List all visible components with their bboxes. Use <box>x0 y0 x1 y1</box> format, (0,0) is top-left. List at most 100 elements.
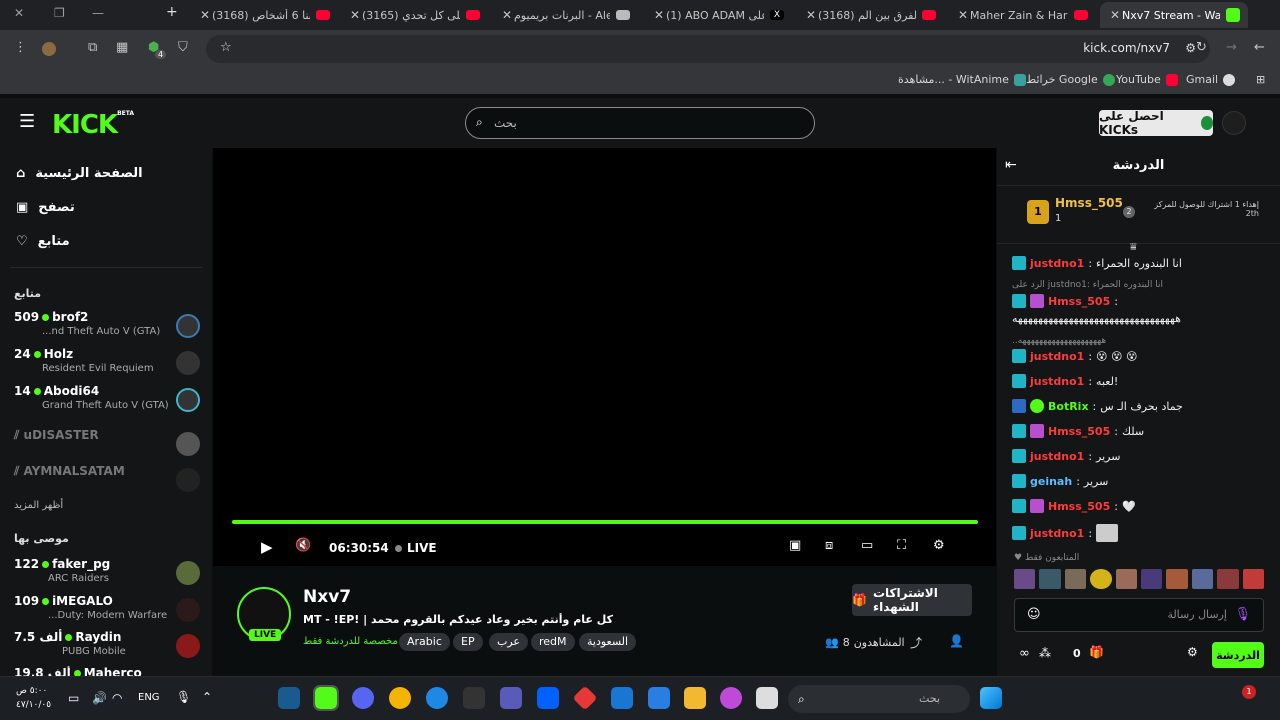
following-channel[interactable]: 509 brof2 ...nd Theft Auto V (GTA) <box>14 310 200 344</box>
recommended-channel[interactable]: 19.8 ألف Maherco <box>14 666 200 676</box>
close-tab-icon[interactable]: ✕ <box>500 8 514 22</box>
browser-tab[interactable]: ✕ البرنات بريميوم - Alert <box>492 2 638 28</box>
emoji-icon[interactable]: ☺ <box>1027 599 1041 631</box>
get-kicks-button[interactable]: احصل على KICKs <box>1099 109 1213 137</box>
tag[interactable]: redM <box>531 633 575 651</box>
chat-settings-icon[interactable]: ⚙ <box>1187 645 1198 659</box>
close-tab-icon[interactable]: ✕ <box>348 8 362 22</box>
extension-icon[interactable]: ▦ <box>116 40 128 55</box>
kicks-icon[interactable]: ⁂ <box>1039 646 1051 660</box>
epic-games-icon[interactable] <box>463 687 485 709</box>
chat-message[interactable]: justdno1: سرير <box>1012 449 1267 463</box>
emote-image[interactable] <box>1064 569 1087 589</box>
reload-icon[interactable]: ↻ <box>1196 40 1207 55</box>
close-window-icon[interactable]: ✕ <box>14 6 24 20</box>
browser-tab[interactable]: ✕ (3165) على كل تحدي <box>340 2 488 28</box>
copilot-icon[interactable] <box>720 687 742 709</box>
recommended-channel[interactable]: 109 iMEGALO ...Duty: Modern Warfare <box>14 594 200 628</box>
battery-icon[interactable]: ▭ <box>68 691 79 705</box>
chat-message[interactable]: Hmss_505: 🤍 <box>1012 499 1267 513</box>
tag[interactable]: EP <box>453 633 483 651</box>
steam-icon[interactable] <box>278 687 300 709</box>
close-tab-icon[interactable]: ✕ <box>1108 8 1122 22</box>
language-indicator[interactable]: ENG <box>138 692 160 703</box>
following-channel[interactable]: 24 Holz Resident Evil Requiem <box>14 347 200 381</box>
back-icon[interactable]: ← <box>1254 40 1265 55</box>
bookmark-gmail[interactable]: Gmail <box>1186 73 1236 86</box>
emote-image[interactable] <box>1166 569 1188 589</box>
browser-tab[interactable]: ✕ (3168) الفرق بين الم... <box>796 2 944 28</box>
store-icon[interactable] <box>648 687 670 709</box>
chat-message-input[interactable]: ☺ إرسال رسالة 🎙 <box>1014 598 1264 632</box>
minimize-window-icon[interactable]: — <box>92 6 104 20</box>
browser-tab[interactable]: ✕ (3168) جبنا 6 أشخاص <box>190 2 338 28</box>
sidebar-item-home[interactable]: ⌂ الصفحة الرئيسية <box>16 166 143 181</box>
infinity-icon[interactable]: ∞ <box>1019 646 1030 661</box>
sidebar-item-browse[interactable]: ▣ تصفح <box>16 200 75 215</box>
close-tab-icon[interactable]: ✕ <box>198 8 212 22</box>
tag[interactable]: السعودية <box>579 633 637 651</box>
browser-tab-active[interactable]: ✕ Nxv7 Stream - Watch <box>1100 2 1248 28</box>
emote-image[interactable] <box>1090 569 1112 589</box>
show-more-link[interactable]: أظهر المزيد <box>14 500 63 511</box>
user-avatar[interactable] <box>1222 111 1246 135</box>
streamer-name[interactable]: Nxv7 <box>303 587 351 607</box>
theater-mode-icon[interactable]: ▭ <box>861 538 873 553</box>
chat-message[interactable]: justdno1: انا البندوره الحمراء <box>1012 256 1267 270</box>
forward-icon[interactable]: → <box>1226 40 1237 55</box>
clock[interactable]: ٥:٠٠ ص ٤٧/١٠/٠٥ <box>16 684 51 712</box>
following-channel[interactable]: 14 Abodi64 Grand Theft Auto V (GTA) <box>14 384 200 418</box>
emote-image[interactable] <box>1191 569 1214 589</box>
close-tab-icon[interactable]: ✕ <box>652 8 666 22</box>
address-bar[interactable]: ☆ kick.com/nxv7 ⚙ <box>206 35 1210 63</box>
chevron-up-icon[interactable]: ⌃ <box>202 690 212 704</box>
desktop-icon[interactable] <box>756 687 778 709</box>
bookmark-youtube[interactable]: YouTube <box>1116 73 1178 86</box>
chat-message[interactable]: Hmss_505: <box>1012 294 1267 308</box>
emote-image[interactable] <box>1141 569 1163 589</box>
edge-icon[interactable] <box>426 687 448 709</box>
close-tab-icon[interactable]: ✕ <box>804 8 818 22</box>
menu-dots-icon[interactable]: ⋮ <box>14 40 27 55</box>
following-channel-offline[interactable]: ⫽ AYMNALSATAM <box>14 464 200 498</box>
close-tab-icon[interactable]: ✕ <box>956 8 970 22</box>
emote-image[interactable] <box>1014 569 1036 589</box>
microphone-icon[interactable]: 🎙 <box>1234 599 1251 631</box>
dropbox-icon[interactable] <box>537 687 559 709</box>
new-tab-icon[interactable]: + <box>166 4 178 20</box>
search-input[interactable]: ⌕ بحث <box>465 107 815 139</box>
mute-icon[interactable]: 🔇 <box>295 538 311 553</box>
chat-message[interactable]: justdno1: <box>1012 524 1267 542</box>
chat-message[interactable]: justdno1: لعبه! <box>1012 374 1267 388</box>
outlook-icon[interactable] <box>611 687 633 709</box>
gift-icon[interactable]: 🎁 <box>1089 645 1104 659</box>
extensions-icon[interactable]: ⧉ <box>88 40 97 55</box>
file-explorer-icon[interactable] <box>684 687 706 709</box>
settings-gear-icon[interactable]: ⚙ <box>933 538 945 553</box>
mini-player-icon[interactable]: ▣ <box>789 538 801 553</box>
chat-send-button[interactable]: الدردشة <box>1212 642 1264 668</box>
tag[interactable]: عرب <box>489 633 528 651</box>
sidebar-item-following[interactable]: ♡ متابع <box>16 234 70 249</box>
emote-image[interactable] <box>1242 569 1265 589</box>
wifi-icon[interactable]: ◠ <box>112 691 122 705</box>
chat-message[interactable]: justdno1: 😵 😵 😵 <box>1012 349 1267 363</box>
recommended-channel[interactable]: 122 faker_pg ARC Raiders <box>14 557 200 591</box>
share-icon[interactable]: ⤴ <box>910 634 922 651</box>
fullscreen-icon[interactable]: ⛶ <box>897 538 906 553</box>
site-settings-icon[interactable]: ⚙ <box>1185 41 1196 55</box>
browser-tab[interactable]: ✕ (1) ABO ADAM على X <box>644 2 792 28</box>
bookmark-maps[interactable]: خرائط Google <box>1026 73 1115 86</box>
play-icon[interactable]: ▶ <box>261 538 273 556</box>
red-app-icon[interactable] <box>572 685 598 711</box>
follow-user-icon[interactable]: 👤 <box>949 634 964 648</box>
windows-start-icon[interactable] <box>980 687 1002 709</box>
tag[interactable]: Arabic <box>399 633 450 651</box>
emote-image[interactable] <box>1115 569 1138 589</box>
filter-icon[interactable]: ⩸ <box>1130 240 1137 254</box>
kick-taskbar-icon[interactable] <box>313 685 339 711</box>
taskbar-search[interactable]: ⌕ بحث <box>788 685 970 713</box>
chat-message[interactable]: BotRix: جماد بحرف الـ س <box>1012 399 1267 413</box>
microphone-icon[interactable]: 🎙 <box>176 690 191 704</box>
profile-avatar[interactable] <box>42 42 56 56</box>
